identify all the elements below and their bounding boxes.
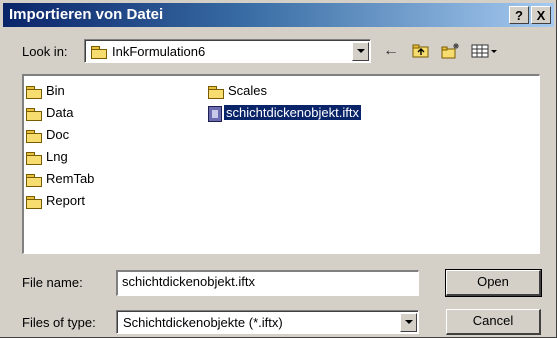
folder-icon — [26, 195, 42, 209]
item-label: Bin — [46, 83, 65, 98]
item-label: schichtdickenobjekt.iftx — [224, 105, 361, 120]
folder-item-scales[interactable]: Scales — [208, 82, 269, 100]
look-in-field: InkFormulation6 — [85, 40, 370, 62]
item-label: RemTab — [46, 171, 95, 186]
folder-icon — [26, 129, 42, 143]
file-name-label: File name: — [22, 275, 83, 290]
folder-icon — [91, 46, 107, 59]
window-title: Importieren von Datei — [9, 6, 164, 23]
folder-icon — [26, 85, 42, 99]
folder-icon — [26, 173, 42, 187]
folder-item-data[interactable]: Data — [26, 104, 75, 122]
item-label: Scales — [228, 83, 268, 98]
files-of-type-field: Schichtdickenobjekte (*.iftx) — [117, 311, 418, 333]
folder-item-remtab[interactable]: RemTab — [26, 170, 96, 188]
folder-icon — [26, 151, 42, 165]
up-folder-icon[interactable] — [410, 41, 432, 61]
help-button[interactable]: ? — [509, 6, 529, 24]
iftx-file-icon — [208, 105, 222, 122]
import-file-dialog: Importieren von Datei ? X Look in: InkFo… — [0, 0, 557, 338]
files-of-type-label: Files of type: — [22, 315, 96, 330]
folder-item-lng[interactable]: Lng — [26, 148, 70, 166]
chevron-down-icon[interactable] — [400, 313, 417, 332]
folder-icon — [26, 107, 42, 121]
item-label: Doc — [46, 127, 70, 142]
look-in-label: Look in: — [22, 44, 68, 59]
new-folder-icon[interactable] — [440, 41, 462, 61]
file-item-schichtdickenobjekt[interactable]: schichtdickenobjekt.iftx — [208, 104, 361, 122]
folder-icon — [208, 85, 224, 99]
close-button[interactable]: X — [531, 6, 551, 24]
look-in-dropdown[interactable]: InkFormulation6 — [84, 39, 371, 63]
back-arrow-icon[interactable]: ← — [380, 41, 402, 61]
chevron-down-icon[interactable] — [352, 42, 369, 61]
title-bar: Importieren von Datei ? X — [3, 3, 554, 27]
files-of-type-value: Schichtdickenobjekte (*.iftx) — [123, 315, 283, 330]
open-button[interactable]: Open — [445, 269, 542, 297]
item-label: Data — [46, 105, 74, 120]
file-name-input[interactable]: schichtdickenobjekt.iftx — [116, 270, 419, 296]
folder-item-bin[interactable]: Bin — [26, 82, 67, 100]
look-in-value: InkFormulation6 — [112, 44, 206, 59]
folder-item-report[interactable]: Report — [26, 192, 87, 210]
file-list[interactable]: Bin Data Doc Lng RemTab Report Scales sc… — [22, 74, 540, 254]
cancel-button[interactable]: Cancel — [446, 309, 541, 335]
item-label: Report — [46, 193, 86, 208]
view-menu-icon[interactable] — [470, 41, 500, 61]
files-of-type-dropdown[interactable]: Schichtdickenobjekte (*.iftx) — [116, 310, 419, 334]
folder-item-doc[interactable]: Doc — [26, 126, 71, 144]
item-label: Lng — [46, 149, 68, 164]
